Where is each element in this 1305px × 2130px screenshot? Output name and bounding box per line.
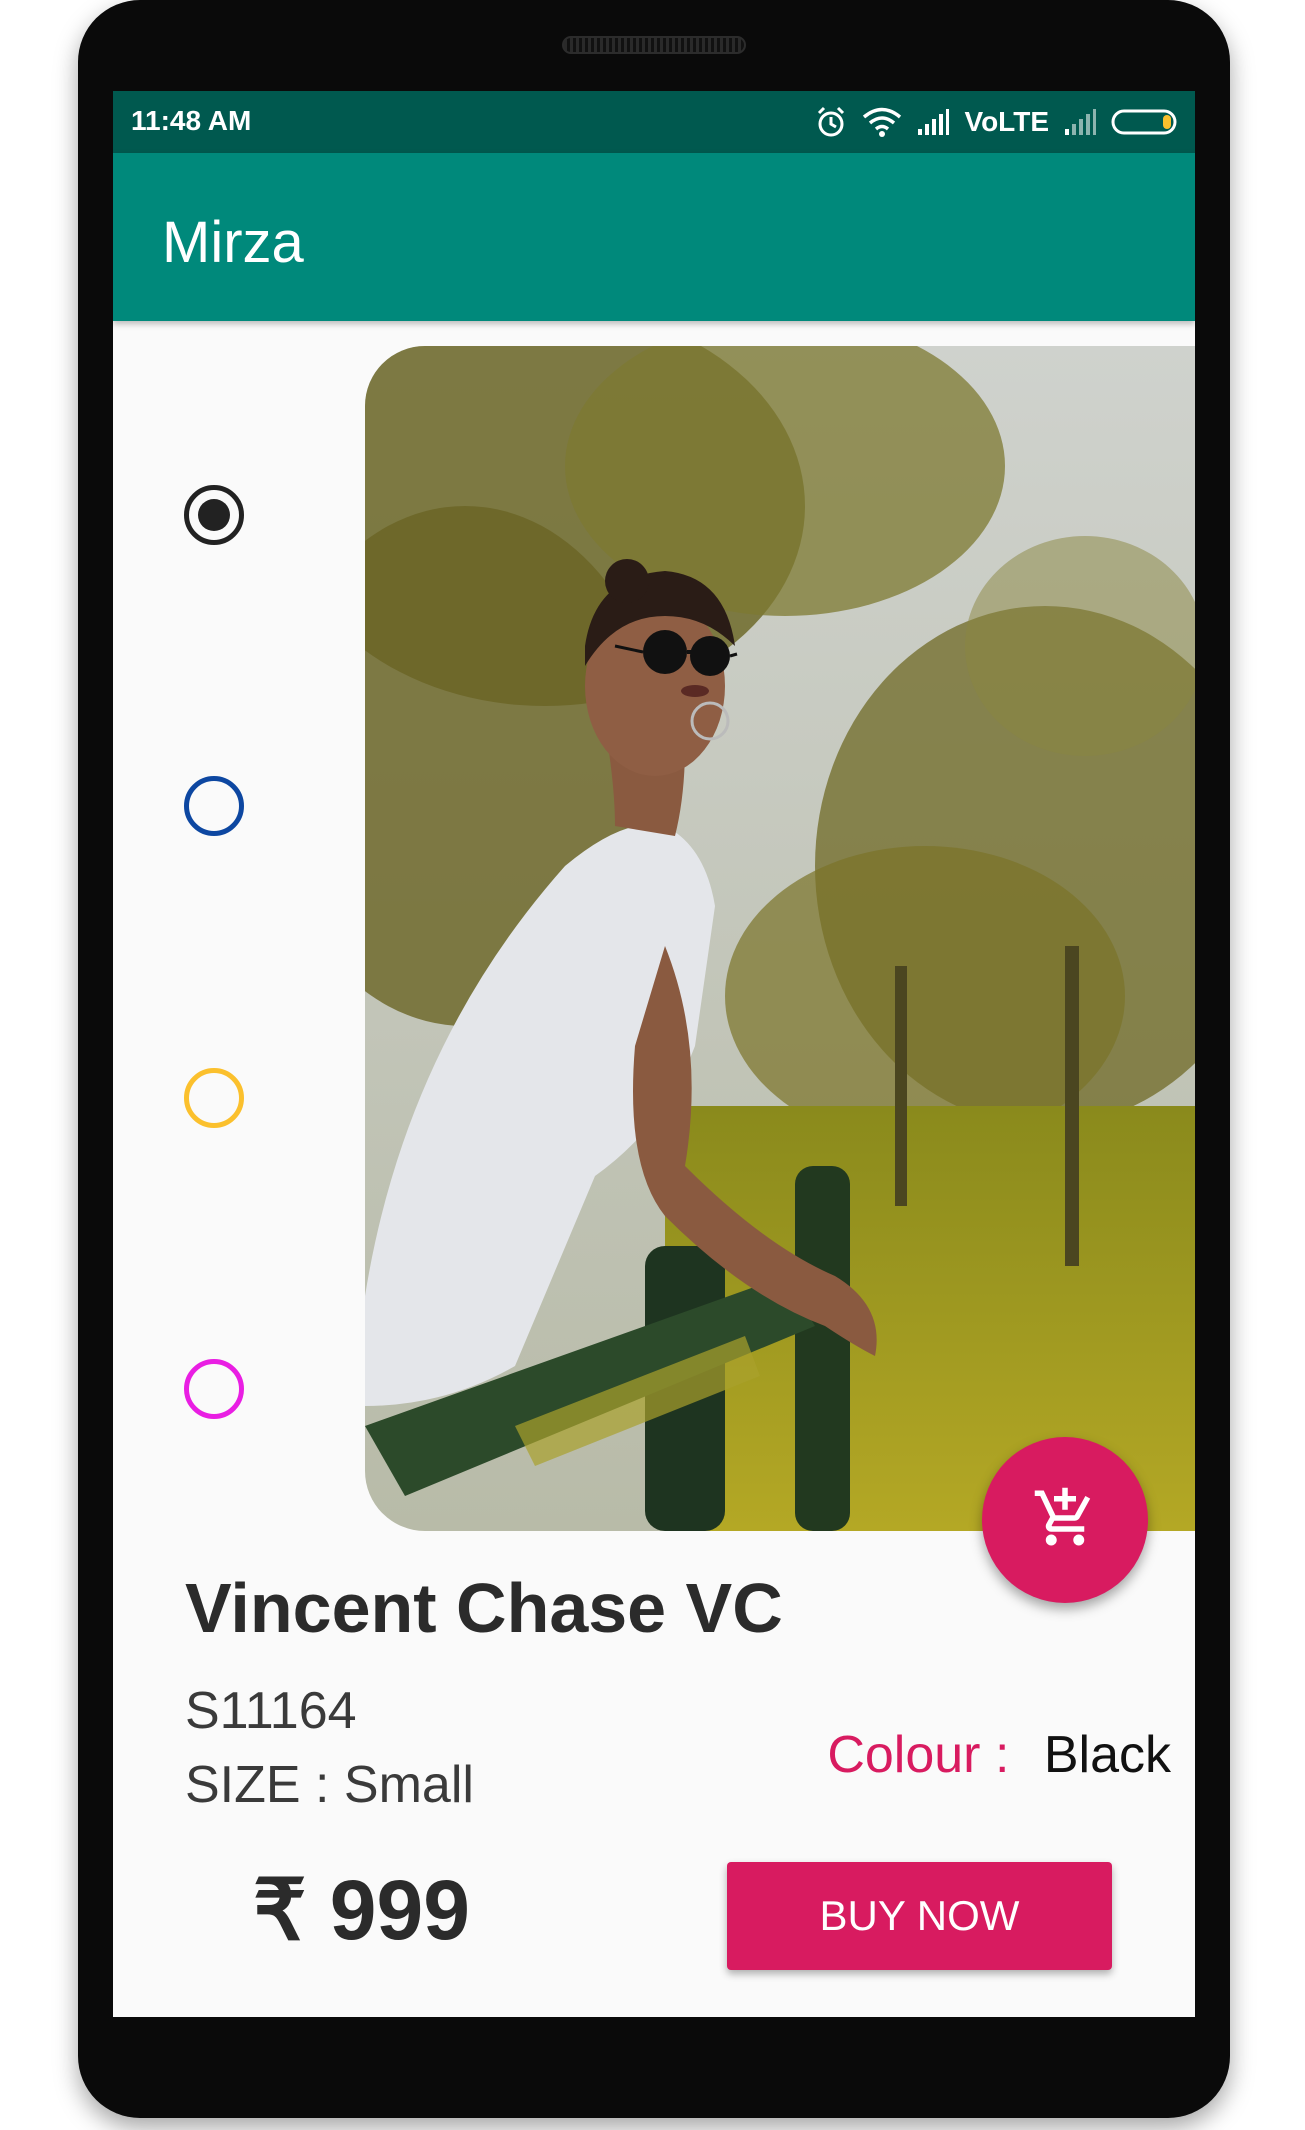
status-icons: VoLTE	[814, 103, 1181, 141]
phone-frame: 11:48 AM VoLTE Mirza Vincent Chase VC S1…	[78, 0, 1230, 2118]
colour-value: Black	[1043, 1726, 1171, 1784]
product-price: ₹ 999	[253, 1863, 470, 1957]
signal-icon	[1063, 107, 1097, 137]
colour-radio-magenta[interactable]	[184, 1359, 244, 1419]
app-screen: 11:48 AM VoLTE Mirza Vincent Chase VC S1…	[113, 91, 1195, 2017]
colour-radio-blue[interactable]	[184, 776, 244, 836]
signal-icon	[916, 107, 950, 137]
add-to-cart-button[interactable]	[982, 1437, 1148, 1603]
colour-radio-black[interactable]	[184, 485, 244, 545]
wifi-icon	[862, 106, 902, 138]
colour-row: Colour : Black	[827, 1725, 1171, 1785]
app-bar: Mirza	[113, 153, 1195, 321]
product-image	[365, 346, 1195, 1531]
alarm-icon	[814, 105, 848, 139]
radio-selected-dot	[198, 499, 230, 531]
product-sku: S11164	[185, 1682, 357, 1740]
colour-label: Colour :	[827, 1726, 1010, 1784]
product-photo	[365, 346, 1195, 1531]
earpiece-speaker	[562, 36, 746, 54]
app-title: Mirza	[162, 210, 304, 275]
buy-now-button[interactable]: BUY NOW	[727, 1862, 1112, 1970]
product-name: Vincent Chase VC	[185, 1569, 783, 1647]
add-shopping-cart-icon	[1032, 1485, 1098, 1556]
status-time: 11:48 AM	[131, 105, 252, 136]
product-size: SIZE : Small	[185, 1756, 474, 1814]
network-label: VoLTE	[964, 106, 1049, 137]
status-bar: 11:48 AM VoLTE	[113, 91, 1195, 153]
battery-icon	[1111, 107, 1181, 137]
colour-radio-yellow[interactable]	[184, 1068, 244, 1128]
